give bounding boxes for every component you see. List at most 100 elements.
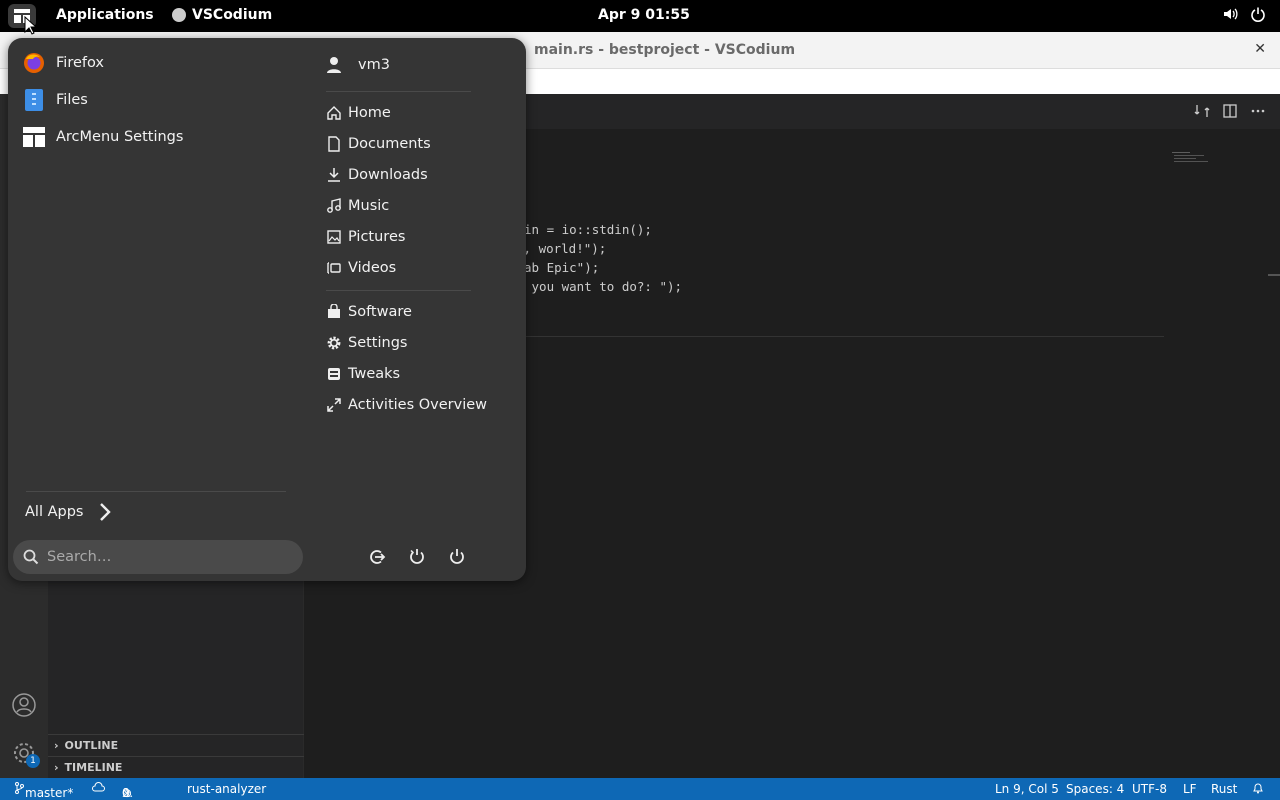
more-actions-icon[interactable] xyxy=(1250,103,1266,119)
mouse-cursor-icon xyxy=(24,16,36,35)
place-documents[interactable]: Documents xyxy=(326,131,431,157)
git-branch-icon xyxy=(15,782,24,794)
pinned-app-label: Firefox xyxy=(56,55,104,71)
gear-icon xyxy=(326,335,342,351)
place-music[interactable]: Music xyxy=(326,193,389,219)
place-pictures[interactable]: Pictures xyxy=(326,224,405,250)
restart-icon xyxy=(410,549,424,564)
all-apps-label: All Apps xyxy=(25,504,84,520)
home-icon xyxy=(326,105,342,121)
code-line: o, world!"); xyxy=(516,241,607,256)
encoding[interactable]: UTF-8 xyxy=(1132,782,1167,796)
pinned-app-label: Files xyxy=(56,92,88,108)
window-title: main.rs - bestproject - VSCodium xyxy=(534,42,796,58)
files-icon xyxy=(22,88,46,112)
warning-count: 0 xyxy=(122,786,130,800)
user-name: vm3 xyxy=(358,57,390,73)
search-field[interactable] xyxy=(13,540,303,574)
manage-button[interactable]: 1 xyxy=(11,740,40,768)
divider xyxy=(326,91,471,92)
sync-icon[interactable] xyxy=(92,782,105,797)
system-label: Software xyxy=(348,304,412,320)
user-icon xyxy=(327,57,341,73)
pinned-app-label: ArcMenu Settings xyxy=(56,129,184,145)
activities-icon xyxy=(326,397,342,413)
restart-button[interactable] xyxy=(406,546,428,568)
close-icon[interactable]: ✕ xyxy=(1254,41,1266,57)
software-icon xyxy=(326,304,342,320)
arcmenu-settings-icon xyxy=(22,125,46,149)
status-bar: master* ⊗ 0 ⚠ 0 rust-analyzer Ln 9, Col 5 … xyxy=(0,778,1280,800)
system-label: Activities Overview xyxy=(348,397,488,413)
system-settings[interactable]: Settings xyxy=(326,330,407,356)
sidebar-sections: › OUTLINE › TIMELINE xyxy=(48,734,304,778)
chevron-right-icon: › xyxy=(54,761,59,774)
system-tweaks[interactable]: Tweaks xyxy=(326,361,400,387)
pinned-app-arcmenu-settings[interactable]: ArcMenu Settings xyxy=(22,120,183,154)
log-out-icon xyxy=(370,550,386,564)
timeline-label: TIMELINE xyxy=(64,761,123,774)
firefox-icon xyxy=(22,51,46,75)
place-label: Documents xyxy=(348,136,431,152)
place-label: Videos xyxy=(348,260,397,276)
applications-menu[interactable]: Applications xyxy=(56,7,154,23)
music-icon xyxy=(326,198,342,214)
place-label: Downloads xyxy=(348,167,428,183)
place-home[interactable]: Home xyxy=(326,100,391,126)
system-software[interactable]: Software xyxy=(326,299,412,325)
tweaks-icon xyxy=(326,366,342,382)
all-apps-button[interactable]: All Apps xyxy=(25,502,112,522)
pinned-app-files[interactable]: Files xyxy=(22,83,88,117)
end-of-line[interactable]: LF xyxy=(1183,782,1197,796)
code-line: you want to do?: "); xyxy=(524,279,683,294)
account-icon[interactable] xyxy=(11,692,37,718)
code-line: in = io::stdin(); xyxy=(524,222,652,237)
place-downloads[interactable]: Downloads xyxy=(326,162,428,188)
power-icon xyxy=(450,549,464,564)
download-icon xyxy=(326,167,342,183)
minimap[interactable] xyxy=(1172,151,1212,165)
place-label: Music xyxy=(348,198,390,214)
pinned-app-firefox[interactable]: Firefox xyxy=(22,46,104,80)
scrollbar[interactable] xyxy=(1268,274,1280,276)
user-account-item[interactable]: vm3 xyxy=(326,50,390,80)
indentation[interactable]: Spaces: 4 xyxy=(1066,782,1124,796)
search-icon xyxy=(23,549,39,565)
search-input[interactable] xyxy=(47,549,277,565)
place-videos[interactable]: Videos xyxy=(326,255,396,281)
current-line-highlight xyxy=(504,336,1164,337)
power-off-button[interactable] xyxy=(446,546,468,568)
system-tray[interactable] xyxy=(1222,6,1266,22)
cursor-position[interactable]: Ln 9, Col 5 xyxy=(995,782,1059,796)
videos-icon xyxy=(326,260,342,276)
branch-label: master* xyxy=(25,786,74,800)
notification-badge: 1 xyxy=(26,754,40,768)
divider xyxy=(326,290,471,291)
timeline-section[interactable]: › TIMELINE xyxy=(48,756,304,778)
document-icon xyxy=(326,136,342,152)
split-editor-icon[interactable] xyxy=(1222,103,1238,119)
language-mode[interactable]: Rust xyxy=(1211,782,1237,796)
outline-section[interactable]: › OUTLINE xyxy=(48,734,304,756)
chevron-right-icon: › xyxy=(54,739,59,752)
volume-icon[interactable] xyxy=(1222,6,1238,22)
top-bar: Applications VSCodium Apr 9 01:55 xyxy=(0,0,1280,32)
place-label: Pictures xyxy=(348,229,406,245)
divider xyxy=(26,491,286,492)
code-line: ab Epic"); xyxy=(524,260,600,275)
branch-item[interactable]: master* xyxy=(14,782,73,800)
chevron-right-icon xyxy=(100,503,112,521)
arcmenu-popup: Firefox Files ArcMenu Settings vm3 Home … xyxy=(8,38,526,581)
system-activities-overview[interactable]: Activities Overview xyxy=(326,392,487,418)
focused-app-indicator[interactable]: VSCodium xyxy=(172,7,272,23)
power-icon[interactable] xyxy=(1250,6,1266,22)
clock[interactable]: Apr 9 01:55 xyxy=(598,7,690,23)
system-label: Settings xyxy=(348,335,408,351)
compare-changes-icon[interactable] xyxy=(1194,103,1210,119)
outline-label: OUTLINE xyxy=(64,739,119,752)
log-out-button[interactable] xyxy=(366,546,388,568)
notifications-bell-icon[interactable] xyxy=(1252,782,1264,797)
place-label: Home xyxy=(348,105,391,121)
focused-app-label: VSCodium xyxy=(192,7,273,23)
lsp-status[interactable]: rust-analyzer xyxy=(187,782,266,796)
